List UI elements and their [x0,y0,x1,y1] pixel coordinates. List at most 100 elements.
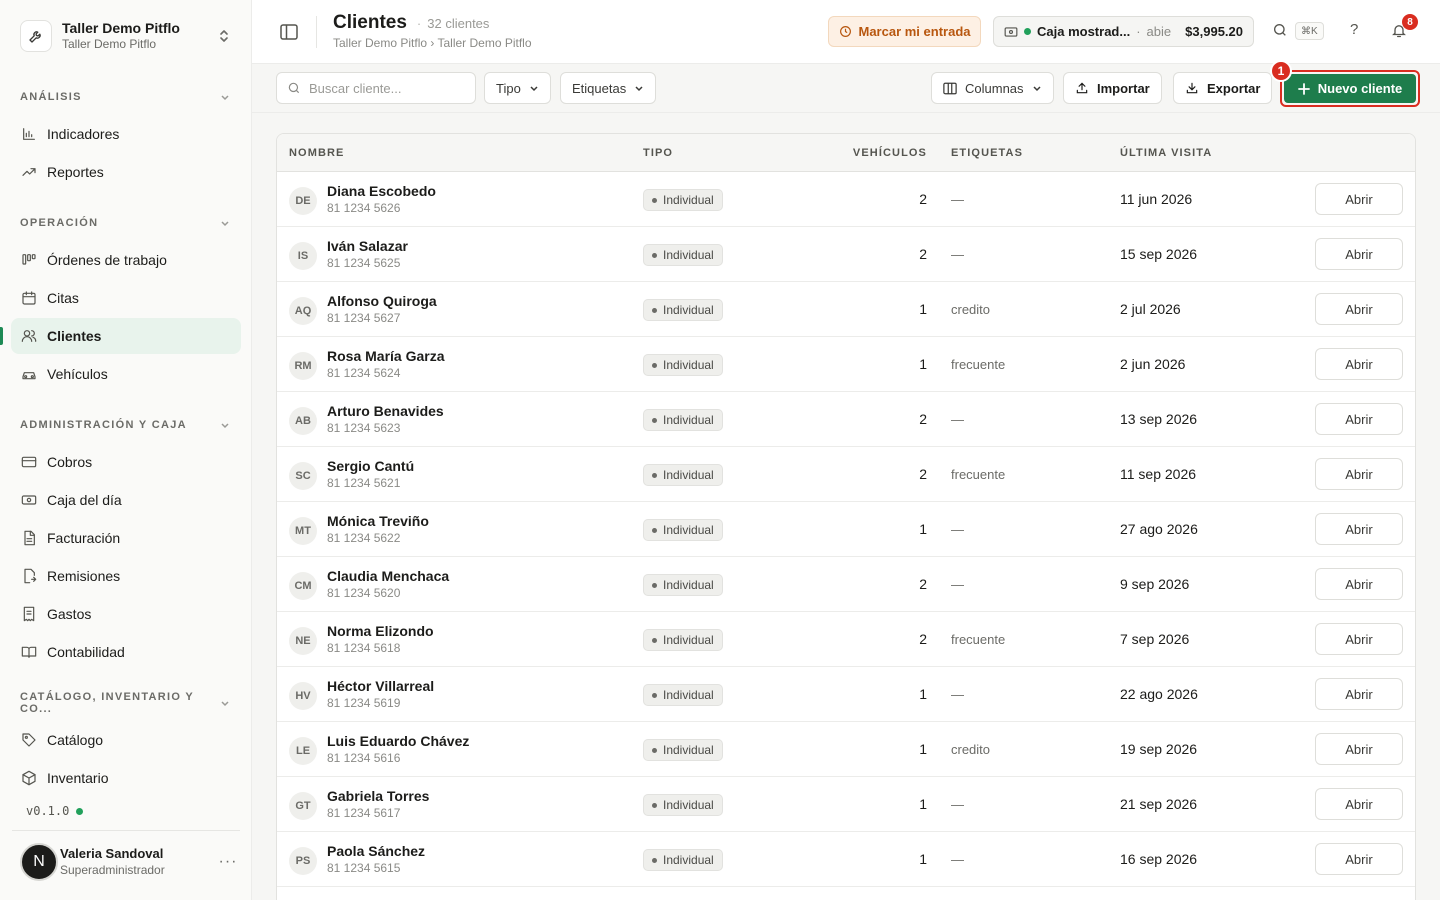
col-tags[interactable]: ETIQUETAS [951,147,1023,159]
sidebar-section-header[interactable]: OPERACIÓN [0,204,252,242]
sidebar-item-remisiones[interactable]: Remisiones [11,558,241,594]
type-label: Individual [663,578,714,592]
sidebar-item-clientes[interactable]: Clientes [0,318,241,354]
table-row[interactable]: AB Arturo Benavides 81 1234 5623 Individual… [277,392,1415,447]
page-title: Clientes [333,12,407,33]
table-row[interactable]: LE Luis Eduardo Chávez 81 1234 5616 Individ… [277,722,1415,777]
open-button[interactable]: Abrir [1315,183,1403,215]
sidebar-item-reportes[interactable]: Reportes [11,154,241,190]
table-row[interactable]: PS Paola Sánchez 81 1234 5615 Individual 1 — 1… [277,832,1415,887]
open-button[interactable]: Abrir [1315,733,1403,765]
new-client-button[interactable]: Nuevo cliente [1284,74,1416,103]
sidebar-item-indicadores[interactable]: Indicadores [11,116,241,152]
cash-register-selector[interactable]: Caja mostrad... abie $3,995.20 [993,16,1254,47]
table-row[interactable]: CM Claudia Menchaca 81 1234 5620 Individual… [277,557,1415,612]
table-row[interactable]: IS Iván Salazar 81 1234 5625 Individual 2 — 15… [277,227,1415,282]
sidebar-item-citas[interactable]: Citas [11,280,241,316]
open-button[interactable]: Abrir [1315,403,1403,435]
open-button[interactable]: Abrir [1315,568,1403,600]
open-button[interactable]: Abrir [1315,348,1403,380]
open-button[interactable]: Abrir [1315,678,1403,710]
col-name[interactable]: NOMBRE [289,147,345,159]
import-button[interactable]: Importar [1063,72,1162,104]
dot-icon [652,252,657,258]
sidebar: Taller Demo Pitflo Taller Demo Pitflo AN… [0,0,252,900]
table-row[interactable]: HV Héctor Villarreal 81 1234 5619 Individua… [277,667,1415,722]
avatar: AB [289,407,317,435]
client-count: 32 clientes [417,16,489,31]
org-switcher[interactable]: Taller Demo Pitflo Taller Demo Pitflo [12,12,240,60]
open-button[interactable]: Abrir [1315,238,1403,270]
col-last-visit[interactable]: ÚLTIMA VISITA [1120,147,1212,159]
user-menu[interactable]: N Valeria Sandoval Superadministrador ··… [20,842,240,882]
sidebar-toggle-icon[interactable] [278,22,300,42]
type-badge: Individual [643,244,723,266]
status-dot [76,807,84,815]
open-button[interactable]: Abrir [1315,293,1403,325]
col-vehicles[interactable]: VEHÍCULOS [837,147,927,159]
avatar: IS [289,242,317,270]
export-button[interactable]: Exportar [1173,72,1273,104]
table-row[interactable]: AQ Alfonso Quiroga 81 1234 5627 Individual 1… [277,282,1415,337]
page-header: Clientes 32 clientes Taller Demo Pitflo … [252,0,1440,64]
chevron-down-icon [530,86,538,92]
plus-icon [1297,82,1310,95]
avatar: N [20,843,58,881]
table-row[interactable] [277,887,1415,900]
avatar: PS [289,847,317,875]
sidebar-item-facturacion[interactable]: Facturación [11,520,241,556]
sidebar-item-catalogo[interactable]: Catálogo [11,722,241,758]
chevron-down-icon [635,86,643,92]
filter-type-button[interactable]: Tipo [484,72,551,104]
sidebar-item-cobros[interactable]: Cobros [11,444,241,480]
search-input[interactable] [309,80,469,96]
table-row[interactable]: GT Gabriela Torres 81 1234 5617 Individual 1… [277,777,1415,832]
type-label: Individual [663,523,714,537]
table-row[interactable]: NE Norma Elizondo 81 1234 5618 Individual 2 f… [277,612,1415,667]
sidebar-section-header[interactable]: ANÁLISIS [0,78,252,116]
table-row[interactable]: DE Diana Escobedo 81 1234 5626 Individual 2 —… [277,172,1415,227]
export-label: Exportar [1207,80,1261,96]
col-type[interactable]: TIPO [643,147,673,159]
type-label: Individual [663,633,714,647]
client-phone: 81 1234 5620 [327,586,401,600]
table-row[interactable]: SC Sergio Cantú 81 1234 5621 Individual 2 fre… [277,447,1415,502]
type-badge: Individual [643,684,723,706]
open-button[interactable]: Abrir [1315,458,1403,490]
table-row[interactable]: RM Rosa María Garza 81 1234 5624 Individual… [277,337,1415,392]
client-name: Diana Escobedo [327,183,436,199]
sidebar-section-header[interactable]: ADMINISTRACIÓN Y CAJA [0,406,252,444]
sidebar-section-header[interactable]: CATÁLOGO, INVENTARIO Y CO... [0,684,252,722]
sidebar-item-label: Reportes [47,164,104,180]
search-icon[interactable] [1272,22,1288,38]
search-box[interactable] [276,72,476,104]
sidebar-item-vehiculos[interactable]: Vehículos [11,356,241,392]
open-button[interactable]: Abrir [1315,843,1403,875]
sidebar-item-contabilidad[interactable]: Contabilidad [11,634,241,670]
sidebar-item-label: Órdenes de trabajo [47,252,167,268]
shortcut-hint: ⌘K [1295,22,1324,40]
help-icon[interactable]: ? [1350,21,1358,38]
upload-icon [1076,82,1088,94]
open-button[interactable]: Abrir [1315,623,1403,655]
sidebar-item-gastos[interactable]: Gastos [11,596,241,632]
chevron-updown-icon [216,29,232,43]
trend-icon [20,163,38,181]
more-icon[interactable]: ··· [216,853,240,871]
vehicle-count: 2 [919,466,927,482]
open-button[interactable]: Abrir [1315,513,1403,545]
columns-button[interactable]: Columnas [931,72,1054,104]
avatar: LE [289,737,317,765]
client-phone: 81 1234 5615 [327,861,401,875]
filter-tags-button[interactable]: Etiquetas [560,72,657,104]
type-badge: Individual [643,299,723,321]
sidebar-item-inventario[interactable]: Inventario [11,760,241,796]
dot-icon [652,582,657,588]
table-row[interactable]: MT Mónica Treviño 81 1234 5622 Individual 1 —… [277,502,1415,557]
type-badge: Individual [643,794,723,816]
open-button[interactable]: Abrir [1315,788,1403,820]
sidebar-item-caja-del-dia[interactable]: Caja del día [11,482,241,518]
sidebar-item-ordenes-de-trabajo[interactable]: Órdenes de trabajo [11,242,241,278]
type-label: Individual [663,193,714,207]
clock-in-button[interactable]: Marcar mi entrada [828,16,981,47]
